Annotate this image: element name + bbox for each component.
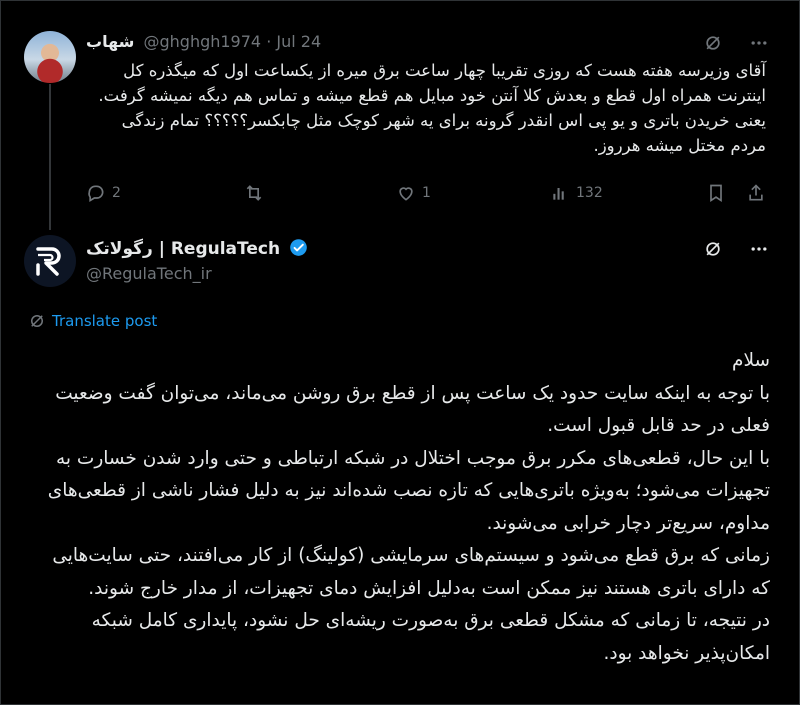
repost-icon bbox=[246, 185, 262, 201]
like-icon bbox=[399, 187, 413, 201]
avatar[interactable] bbox=[24, 235, 76, 287]
like-button[interactable]: 1 bbox=[396, 183, 431, 203]
paragraph: با این حال، قطعی‌های مکرر برق موجب اختلا… bbox=[47, 447, 770, 534]
bookmark-icon bbox=[710, 184, 722, 203]
tweet-header: رگولاتک | RegulaTech bbox=[86, 238, 308, 259]
share-icon bbox=[749, 184, 763, 201]
paragraph: زمانی که برق قطع می‌شود و سیستم‌های سرما… bbox=[52, 545, 770, 599]
bookmark-button[interactable] bbox=[706, 183, 726, 203]
tweet-date[interactable]: Jul 24 bbox=[276, 32, 321, 51]
author-handle[interactable]: @ghghgh1974 bbox=[143, 32, 261, 51]
author-name[interactable]: شهاب bbox=[86, 32, 134, 51]
repost-button[interactable] bbox=[244, 183, 270, 203]
views-count: 132 bbox=[576, 185, 603, 201]
grok-icon[interactable] bbox=[702, 238, 724, 260]
tweet-top-actions bbox=[702, 238, 770, 260]
paragraph: سلام bbox=[732, 350, 770, 371]
like-count: 1 bbox=[422, 185, 431, 201]
more-icon[interactable] bbox=[748, 32, 770, 54]
regulatech-logo bbox=[36, 247, 61, 276]
tweet-text: آقای وزیرسه هفته هست که روزی تقریبا چهار… bbox=[98, 61, 766, 155]
translate-icon bbox=[31, 315, 43, 327]
tweet-text: سلام با توجه به اینکه سایت حدود یک ساعت … bbox=[30, 345, 770, 670]
avatar[interactable] bbox=[24, 31, 76, 83]
thread-connector-line bbox=[49, 84, 51, 230]
views-icon bbox=[553, 188, 564, 200]
grok-icon[interactable] bbox=[702, 32, 724, 54]
reply-icon bbox=[88, 185, 104, 202]
author-handle[interactable]: @RegulaTech_ir bbox=[86, 264, 212, 283]
meta-separator: · bbox=[266, 32, 272, 51]
views-button[interactable]: 132 bbox=[550, 183, 603, 203]
tweet-action-bar: 2 1 132 bbox=[86, 180, 786, 206]
translate-label[interactable]: Translate post bbox=[52, 312, 157, 330]
reply-button[interactable]: 2 bbox=[86, 183, 121, 203]
tweet-header: شهاب @ghghgh1974 · Jul 24 bbox=[86, 32, 321, 51]
paragraph: در نتیجه، تا زمانی که مشکل قطعی برق به‌ص… bbox=[91, 610, 770, 664]
reply-count: 2 bbox=[112, 185, 121, 201]
more-icon[interactable] bbox=[748, 238, 770, 260]
tweet-top-actions bbox=[702, 32, 770, 54]
verified-badge-icon bbox=[290, 239, 308, 256]
author-name[interactable]: رگولاتک | RegulaTech bbox=[86, 239, 280, 259]
translate-post-link[interactable]: Translate post bbox=[28, 312, 157, 330]
paragraph: با توجه به اینکه سایت حدود یک ساعت پس از… bbox=[55, 382, 770, 437]
share-button[interactable] bbox=[746, 183, 766, 203]
